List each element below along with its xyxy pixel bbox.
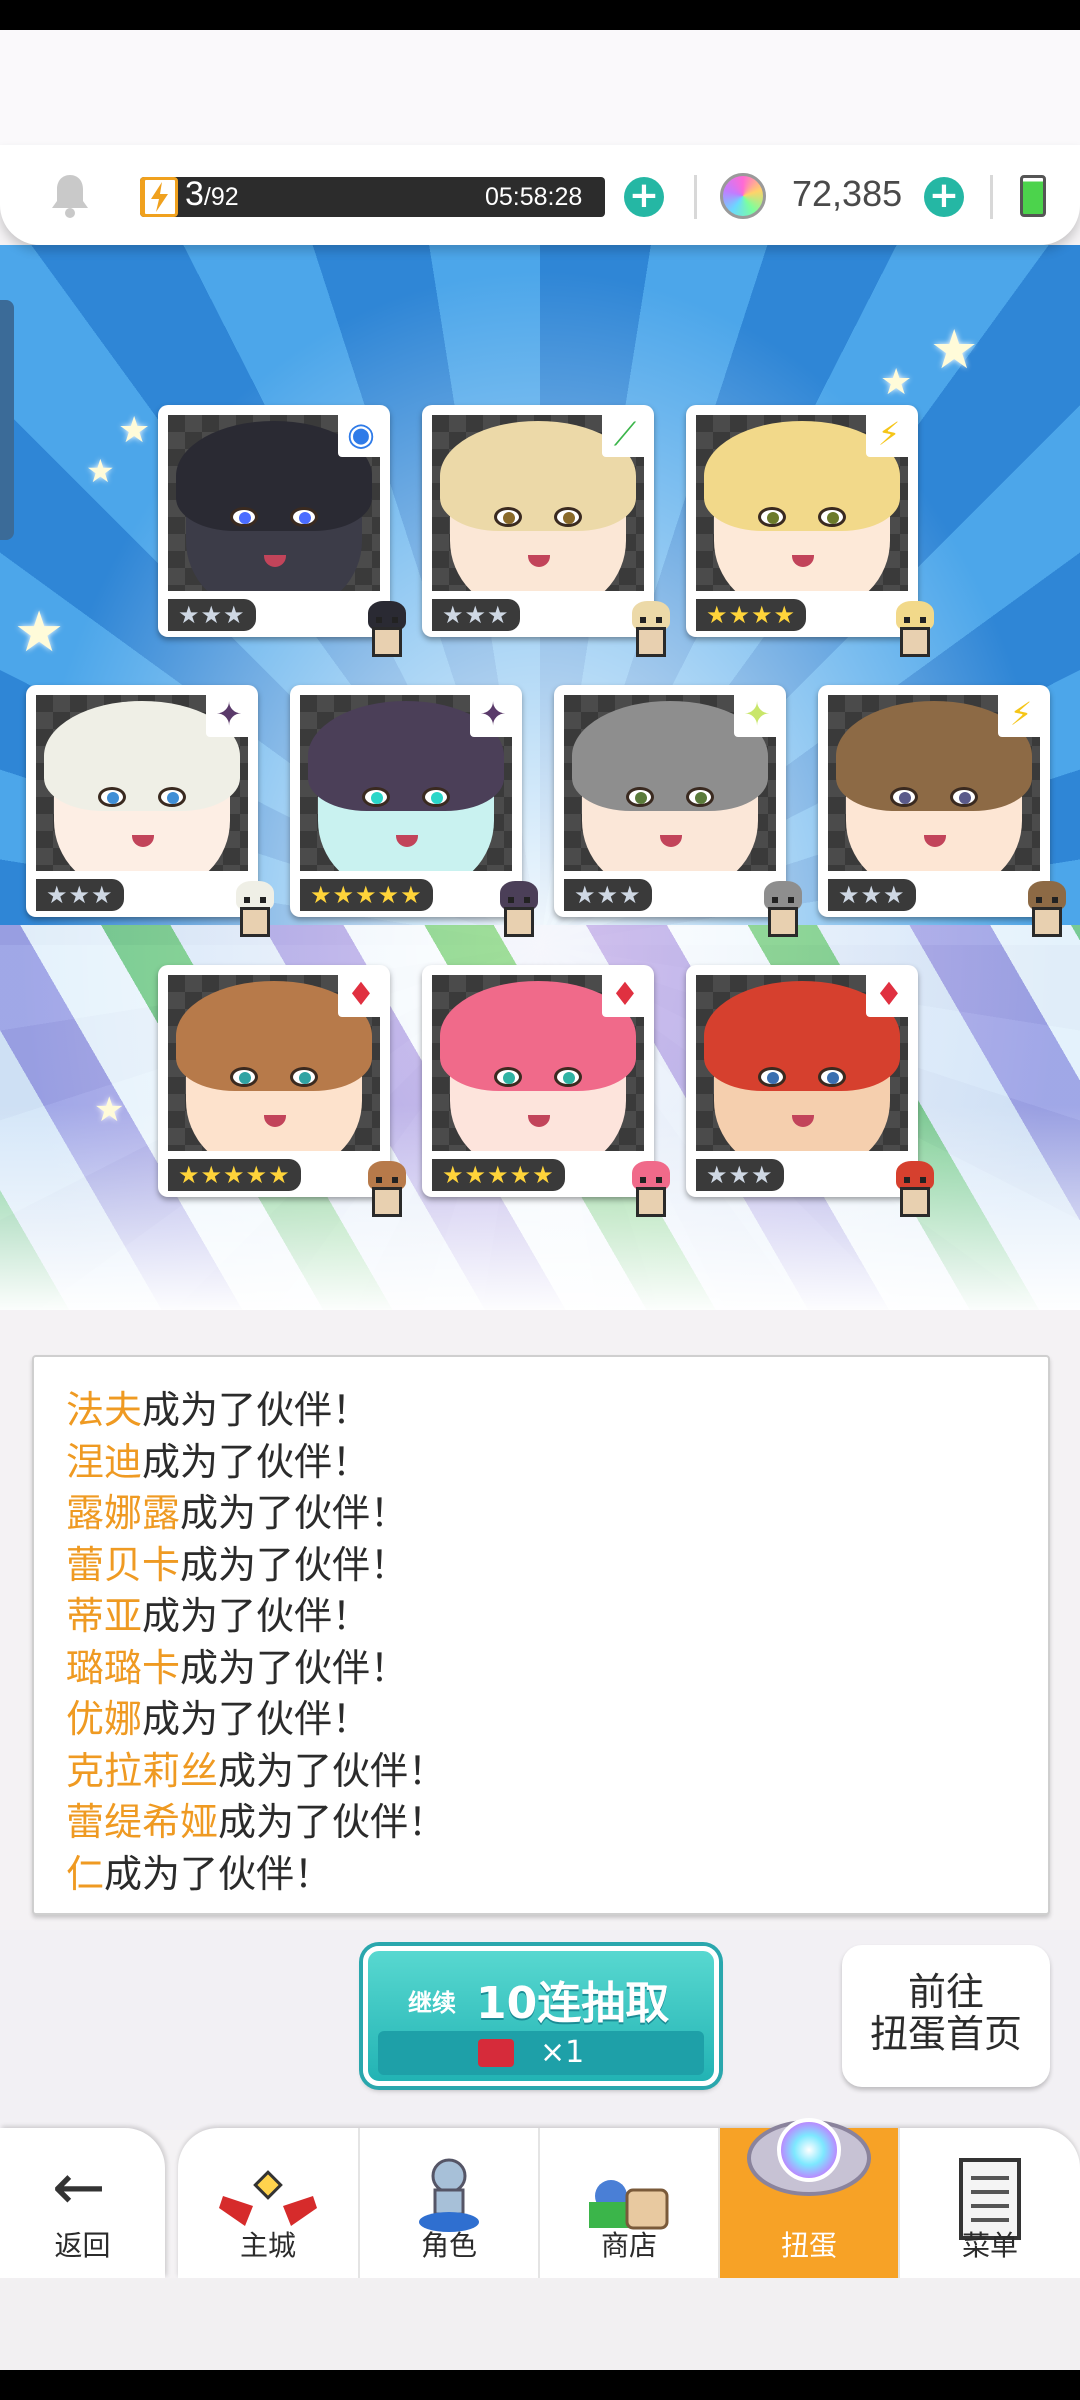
pixel-sprite-icon bbox=[226, 881, 284, 943]
log-line: 法夫成为了伙伴！ bbox=[66, 1388, 371, 1432]
element-attribute-icon: ⟋ bbox=[602, 411, 648, 457]
pixel-sprite-icon bbox=[622, 601, 680, 663]
log-line: 仁成为了伙伴！ bbox=[66, 1851, 333, 1896]
character-card[interactable]: ⚡ ★★★ bbox=[818, 685, 1066, 937]
pixel-sprite-icon bbox=[754, 881, 812, 943]
tab-gacha[interactable]: 扭蛋 bbox=[718, 2118, 898, 2278]
character-card[interactable]: ♦ ★★★★★ bbox=[158, 965, 406, 1217]
companion-name: 仁 bbox=[66, 1851, 105, 1896]
tab-home[interactable]: 主城 bbox=[178, 2128, 358, 2278]
system-status-bar bbox=[0, 0, 1080, 30]
pull-cost: ×1 bbox=[540, 2035, 585, 2070]
gem-count: 72,385 bbox=[792, 173, 903, 214]
companion-name: 涅迪 bbox=[66, 1439, 143, 1484]
rarity-stars: ★★★★★ bbox=[168, 1159, 301, 1191]
tab-shop[interactable]: 商店 bbox=[538, 2128, 718, 2278]
back-button[interactable]: ← 返回 bbox=[0, 2128, 165, 2278]
log-line: 蕾贝卡成为了伙伴！ bbox=[66, 1542, 409, 1587]
log-line: 涅迪成为了伙伴！ bbox=[66, 1439, 371, 1484]
rarity-stars: ★★★ bbox=[696, 1159, 784, 1191]
rarity-stars: ★★★ bbox=[564, 879, 652, 911]
gacha-results-screen: 3/92 05:58:28 + 72,385 + ★ ★ ★ ★ ★ ★ ◉ ★★… bbox=[0, 0, 1080, 2400]
rarity-stars: ★★★★★ bbox=[432, 1159, 565, 1191]
add-stamina-button[interactable]: + bbox=[624, 177, 664, 217]
element-attribute-icon: ♦ bbox=[602, 971, 648, 1017]
companion-name: 优娜 bbox=[66, 1697, 143, 1741]
log-line: 克拉莉丝成为了伙伴！ bbox=[66, 1748, 447, 1793]
gacha-orb-icon bbox=[747, 2118, 871, 2196]
character-card[interactable]: ♦ ★★★ bbox=[686, 965, 934, 1217]
system-nav-bar bbox=[0, 2370, 1080, 2400]
character-card[interactable]: ✦ ★★★ bbox=[26, 685, 274, 937]
gacha-ticket-icon bbox=[478, 2039, 514, 2067]
rarity-stars: ★★★★★ bbox=[300, 879, 433, 911]
resource-header: 3/92 05:58:28 + 72,385 + bbox=[0, 145, 1080, 245]
companion-name: 克拉莉丝 bbox=[66, 1748, 219, 1793]
tab-characters[interactable]: 角色 bbox=[358, 2128, 538, 2278]
stamina-timer: 05:58:28 bbox=[485, 183, 583, 211]
sparkle-star-icon: ★ bbox=[86, 452, 115, 490]
battery-icon bbox=[1020, 175, 1046, 217]
sparkle-star-icon: ★ bbox=[94, 1090, 125, 1130]
pixel-sprite-icon bbox=[886, 1161, 944, 1223]
add-gems-button[interactable]: + bbox=[924, 177, 964, 217]
element-attribute-icon: ✦ bbox=[470, 691, 516, 737]
lightning-icon bbox=[142, 177, 178, 217]
rarity-stars: ★★★ bbox=[828, 879, 916, 911]
companion-name: 蒂亚 bbox=[66, 1594, 143, 1638]
sparkle-star-icon: ★ bbox=[118, 410, 151, 451]
companion-name: 法夫 bbox=[66, 1388, 143, 1432]
back-arrow-icon: ← bbox=[52, 2151, 106, 2225]
character-card[interactable]: ✦ ★★★ bbox=[554, 685, 802, 937]
element-attribute-icon: ⚡ bbox=[866, 411, 912, 457]
go-to-gacha-home-button[interactable]: 前往 扭蛋首页 bbox=[842, 1945, 1050, 2087]
element-attribute-icon: ◉ bbox=[338, 411, 384, 457]
side-panel-handle[interactable] bbox=[0, 300, 14, 540]
companion-name: 蕾缇希娅 bbox=[66, 1800, 219, 1844]
sparkle-star-icon: ★ bbox=[880, 362, 913, 403]
bottom-navigation: ← 返回 主城 角色 商店 扭蛋 菜单 bbox=[0, 2118, 1080, 2278]
character-card[interactable]: ⟋ ★★★ bbox=[422, 405, 670, 657]
rarity-stars: ★★★ bbox=[168, 599, 256, 631]
gem-icon bbox=[720, 173, 766, 219]
pixel-sprite-icon bbox=[358, 601, 416, 663]
log-line: 露娜露成为了伙伴！ bbox=[66, 1491, 409, 1535]
log-line: 蕾缇希娅成为了伙伴！ bbox=[66, 1800, 447, 1844]
element-attribute-icon: ♦ bbox=[338, 971, 384, 1017]
sparkle-star-icon: ★ bbox=[14, 600, 65, 665]
pull-label: 10连抽取 bbox=[476, 1978, 670, 2029]
rarity-stars: ★★★ bbox=[36, 879, 124, 911]
character-card[interactable]: ✦ ★★★★★ bbox=[290, 685, 538, 937]
pixel-sprite-icon bbox=[886, 601, 944, 663]
character-card[interactable]: ♦ ★★★★★ bbox=[422, 965, 670, 1217]
stamina-value: 3/92 bbox=[185, 175, 239, 213]
log-line: 优娜成为了伙伴！ bbox=[66, 1697, 371, 1741]
element-attribute-icon: ♦ bbox=[866, 971, 912, 1017]
pull-10-again-button[interactable]: 继续 10连抽取 ×1 bbox=[363, 1946, 719, 2086]
tab-menu[interactable]: 菜单 bbox=[898, 2128, 1080, 2278]
element-attribute-icon: ⚡ bbox=[998, 691, 1044, 737]
sparkle-star-icon: ★ bbox=[930, 318, 979, 381]
companion-name: 露娜露 bbox=[66, 1491, 181, 1535]
rarity-stars: ★★★ bbox=[432, 599, 520, 631]
log-line: 璐璐卡成为了伙伴！ bbox=[66, 1645, 409, 1690]
character-card[interactable]: ◉ ★★★ bbox=[158, 405, 406, 657]
bell-icon[interactable] bbox=[48, 171, 92, 219]
gacha-result-log: 法夫成为了伙伴！ 涅迪成为了伙伴！ 露娜露成为了伙伴！ 蕾贝卡成为了伙伴！ 蒂亚成为了伙… bbox=[32, 1355, 1050, 1915]
element-attribute-icon: ✦ bbox=[734, 691, 780, 737]
pixel-sprite-icon bbox=[358, 1161, 416, 1223]
rarity-stars: ★★★★ bbox=[696, 599, 807, 631]
companion-name: 璐璐卡 bbox=[66, 1645, 181, 1690]
companion-name: 蕾贝卡 bbox=[66, 1542, 181, 1587]
gacha-result-banner: ★ ★ ★ ★ ★ ★ ◉ ★★★ ⟋ ★★★ ⚡ ★★★★ ✦ ★★★ ✦ ★★★★★ ✦ ★★★ ⚡… bbox=[0, 245, 1080, 1310]
character-card[interactable]: ⚡ ★★★★ bbox=[686, 405, 934, 657]
pixel-sprite-icon bbox=[1018, 881, 1076, 943]
element-attribute-icon: ✦ bbox=[206, 691, 252, 737]
log-line: 蒂亚成为了伙伴！ bbox=[66, 1594, 371, 1638]
pixel-sprite-icon bbox=[490, 881, 548, 943]
pull-continue-label: 继续 bbox=[408, 1989, 456, 2017]
pixel-sprite-icon bbox=[622, 1161, 680, 1223]
